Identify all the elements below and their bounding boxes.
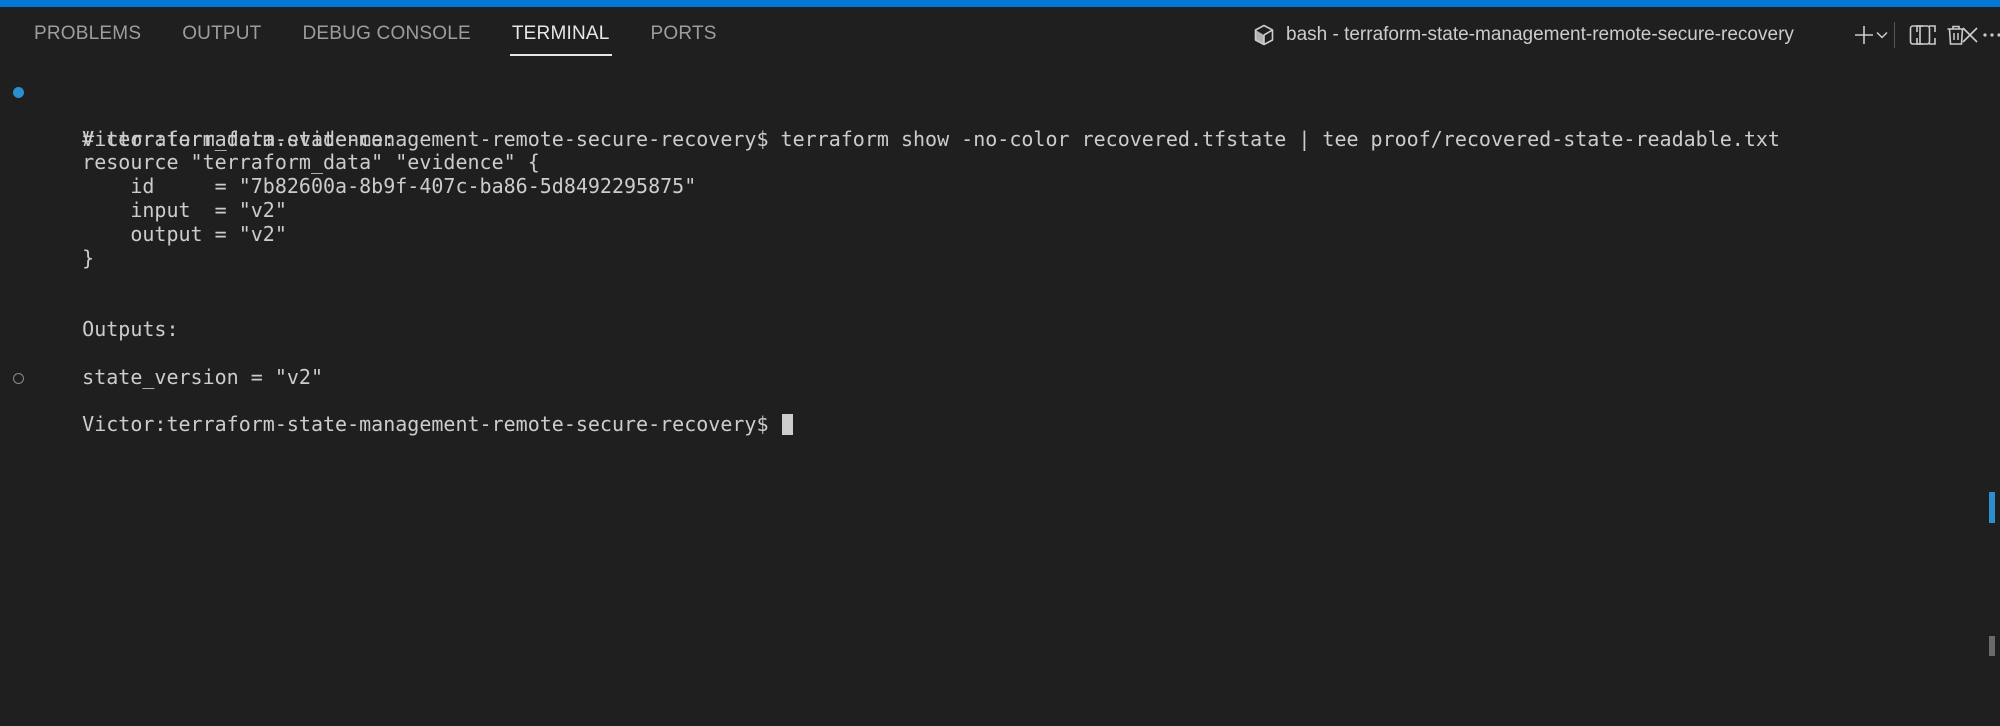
- terminal-cursor: [781, 414, 793, 436]
- close-panel-icon[interactable]: [1956, 21, 1984, 49]
- terminal-output[interactable]: Victor:terraform-state-management-remote…: [0, 80, 1980, 436]
- terminal-line: Victor:terraform-state-management-remote…: [0, 80, 1980, 150]
- terminal-selector[interactable]: bash - terraform-state-management-remote…: [1252, 7, 1794, 63]
- terminal-shell-icon: [1252, 23, 1276, 47]
- terminal-prompt-text: Victor:terraform-state-management-remote…: [82, 412, 781, 437]
- terminal-scrollbar[interactable]: [1986, 63, 2000, 726]
- terminal-line: resource "terraform_data" "evidence" {: [0, 128, 1980, 174]
- launch-profile-chevron-icon[interactable]: [1872, 21, 1892, 49]
- toolbar-separator: [1894, 22, 1895, 48]
- tab-terminal[interactable]: TERMINAL: [509, 7, 612, 63]
- tab-output[interactable]: OUTPUT: [182, 7, 261, 63]
- top-accent-bar: [0, 0, 2000, 7]
- tab-problems[interactable]: PROBLEMS: [34, 7, 141, 63]
- panel-toolbar: bash - terraform-state-management-remote…: [1080, 7, 2000, 63]
- command-success-decoration-icon[interactable]: [13, 87, 24, 98]
- terminal-line: output = "v2": [0, 199, 1980, 246]
- scrollbar-command-marker: [1989, 492, 1995, 523]
- terminal-title: bash - terraform-state-management-remote…: [1286, 24, 1794, 45]
- maximize-panel-icon[interactable]: [1912, 21, 1940, 49]
- tab-debug-console[interactable]: DEBUG CONSOLE: [303, 7, 471, 63]
- terminal-line: state_version = "v2": [0, 342, 1980, 389]
- tab-ports[interactable]: PORTS: [651, 7, 717, 63]
- terminal-prompt-line: Victor:terraform-state-management-remote…: [0, 366, 1980, 436]
- terminal-line: }: [0, 223, 1980, 270]
- terminal-line: id = "7b82600a-8b9f-407c-ba86-5d84922958…: [0, 151, 1980, 198]
- command-pending-decoration-icon[interactable]: [13, 372, 24, 384]
- panel-tabs: PROBLEMS OUTPUT DEBUG CONSOLE TERMINAL P…: [34, 7, 758, 63]
- terminal-line: input = "v2": [0, 175, 1980, 222]
- terminal-line: # terraform_data.evidence:: [0, 104, 1980, 151]
- scrollbar-cursor-marker: [1989, 636, 1995, 656]
- terminal-line: Outputs:: [0, 294, 1980, 341]
- panel-header: PROBLEMS OUTPUT DEBUG CONSOLE TERMINAL P…: [0, 7, 2000, 63]
